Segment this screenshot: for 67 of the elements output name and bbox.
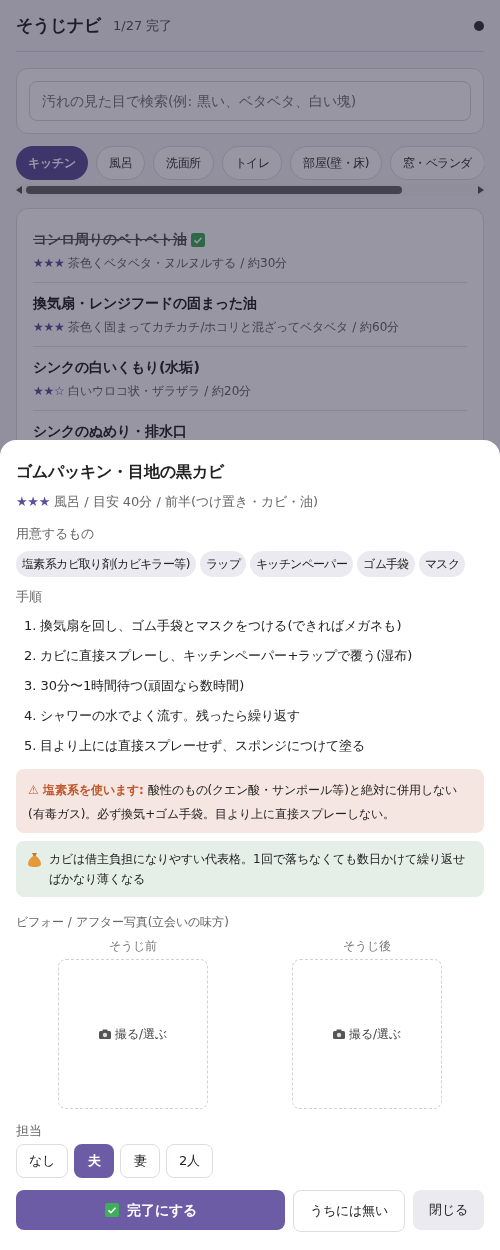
camera-icon <box>98 1028 111 1039</box>
upload-label: 撮る/選ぶ <box>114 1025 167 1043</box>
checkmark-icon <box>104 1203 119 1217</box>
category-tab[interactable]: 洗面所 <box>153 146 214 180</box>
category-tab[interactable]: 部屋(壁・床) <box>290 146 382 180</box>
close-button[interactable]: 閉じる <box>413 1190 484 1230</box>
step-number: 3. <box>24 676 37 695</box>
camera-icon <box>332 1028 345 1039</box>
task-title: コンロ周りのベトベト油 <box>33 230 187 249</box>
scroll-left-icon[interactable] <box>16 186 22 194</box>
star-rating: ★★★ <box>16 493 50 511</box>
task-row[interactable]: コンロ周りのベトベト油 ★★★ 茶色くベタベタ・ヌルヌルする / 約30分 <box>33 219 467 283</box>
task-title: 換気扇・レンジフードの固まった油 <box>33 294 257 313</box>
category-tab[interactable]: トイレ <box>221 146 282 180</box>
upload-label: 撮る/選ぶ <box>348 1025 401 1043</box>
sheet-meta: 風呂 / 目安 40分 / 前半(つけ置き・カビ・油) <box>54 493 319 511</box>
supply-chip: マスク <box>418 551 465 577</box>
task-detail: 茶色く固まってカチカチ/ホコリと混ざってベタベタ / 約60分 <box>68 319 400 336</box>
photo-upload-slot[interactable]: 撮る/選ぶ <box>58 958 208 1109</box>
assignee-option[interactable]: なし <box>16 1144 68 1178</box>
step-text: シャワーの水でよく流す。残ったら繰り返す <box>40 706 301 725</box>
step-number: 5. <box>24 736 37 755</box>
star-rating: ★★☆ <box>33 383 65 400</box>
complete-button[interactable]: 完了にする <box>16 1190 285 1230</box>
step-text: 目より上には直接スプレーせず、スポンジにつけて塗る <box>40 736 366 755</box>
money-bag-icon <box>28 851 41 867</box>
horizontal-scrollbar[interactable] <box>16 184 484 196</box>
assignee-option[interactable]: 妻 <box>120 1144 160 1178</box>
section-label: 用意するもの <box>16 524 95 543</box>
task-title: シンクの白いくもり(水垢) <box>33 358 200 377</box>
assignee-option[interactable]: 夫 <box>74 1144 114 1178</box>
category-tab[interactable]: 風呂 <box>96 146 145 180</box>
app-title: そうじナビ <box>16 13 101 37</box>
warning-text: ⚠ 塩素系を使います: 酸性のもの(クエン酸・サンポール等)と絶対に併用しない(有毒ガス)。必ず換気+ゴム手袋。目より上に直接スプレーしない。 <box>28 782 457 821</box>
supply-chip: ラップ <box>199 551 246 577</box>
step-text: 30分〜1時間待つ(頑固なら数時間) <box>40 676 245 695</box>
assignee-option[interactable]: 2人 <box>166 1144 214 1178</box>
category-tab[interactable]: キッチン <box>16 146 88 180</box>
star-rating: ★★★ <box>33 255 65 272</box>
photo-caption: そうじ前 <box>109 937 157 955</box>
task-row[interactable]: シンクの白いくもり(水垢) ★★☆ 白いウロコ状・ザラザラ / 約20分 <box>33 347 467 411</box>
step-number: 2. <box>24 646 37 665</box>
section-label: 担当 <box>16 1121 43 1140</box>
task-title: シンクのぬめり・排水口 <box>33 422 187 441</box>
search-field[interactable]: 汚れの見た目で検索(例: 黒い、ベタベタ、白い塊) <box>29 81 471 121</box>
progress-count: 1/27 完了 <box>113 16 173 35</box>
step-text: 換気扇を回し、ゴム手袋とマスクをつける(できればメガネも) <box>40 616 402 635</box>
not-applicable-button[interactable]: うちには無い <box>293 1190 405 1232</box>
task-detail: 茶色くベタベタ・ヌルヌルする / 約30分 <box>68 255 288 272</box>
tip-text: カビは借主負担になりやすい代表格。1回で落ちなくても数日かけて繰り返せばかなり薄くなる <box>49 850 466 888</box>
section-label: ビフォー / アフター写真(立会いの味方) <box>16 913 231 931</box>
sheet-title: ゴムパッキン・目地の黒カビ <box>16 461 226 483</box>
step-number: 1. <box>24 616 37 635</box>
step-number: 4. <box>24 706 37 725</box>
section-label: 手順 <box>16 588 43 606</box>
scroll-right-icon[interactable] <box>478 186 484 194</box>
step-text: カビに直接スプレーし、キッチンペーパー+ラップで覆う(湿布) <box>40 646 413 665</box>
photo-upload-slot[interactable]: 撮る/選ぶ <box>292 958 442 1109</box>
photo-caption: そうじ後 <box>343 937 391 955</box>
category-tab[interactable]: 窓・ベランダ <box>389 146 484 180</box>
supply-chip: 塩素系カビ取り剤(カビキラー等) <box>16 551 196 577</box>
star-rating: ★★★ <box>33 319 65 336</box>
supply-chip: キッチンペーパー <box>249 551 354 577</box>
task-row[interactable]: 換気扇・レンジフードの固まった油 ★★★ 茶色く固まってカチカチ/ホコリと混ざってベタベタ / 約60分 <box>33 283 467 347</box>
checkmark-icon <box>191 232 205 247</box>
task-detail: 白いウロコ状・ザラザラ / 約20分 <box>68 383 252 400</box>
supply-chip: ゴム手袋 <box>357 551 415 577</box>
